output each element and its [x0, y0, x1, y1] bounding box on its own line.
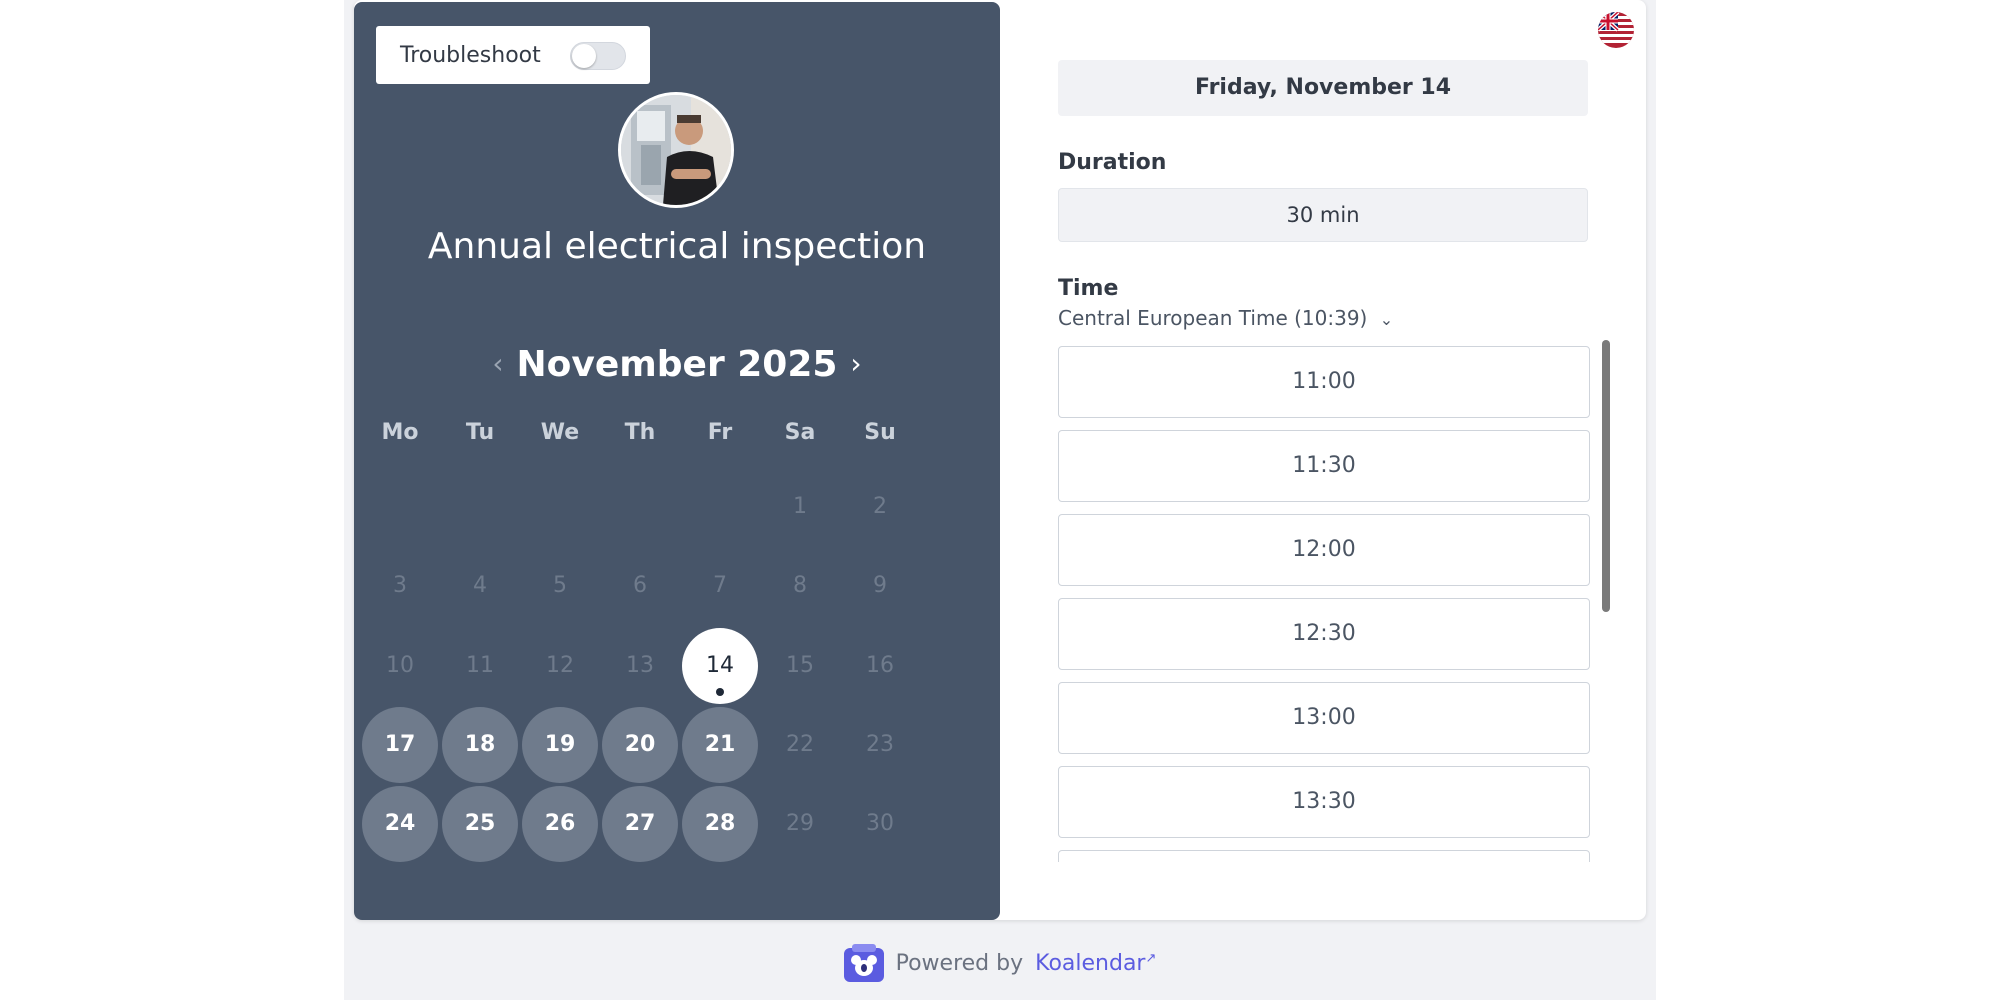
day-30: 30 — [866, 811, 894, 836]
month-navigation: ‹ November 2025 › — [354, 340, 1000, 392]
slot-scrollbar[interactable] — [1602, 340, 1610, 612]
host-avatar — [618, 92, 734, 208]
day-24[interactable]: 24 — [362, 786, 438, 862]
day-13: 13 — [626, 653, 654, 678]
koalendar-link-label: Koalendar — [1035, 950, 1146, 976]
time-slot[interactable]: 12:30 — [1058, 598, 1590, 670]
day-19[interactable]: 19 — [522, 707, 598, 783]
time-slot[interactable]: 13:00 — [1058, 682, 1590, 754]
time-slot[interactable]: 11:30 — [1058, 430, 1590, 502]
today-dot — [716, 688, 724, 696]
weekday-th: Th — [624, 420, 656, 445]
day-17[interactable]: 17 — [362, 707, 438, 783]
day-22: 22 — [786, 732, 814, 757]
day-2: 2 — [873, 494, 887, 519]
timezone-selector[interactable]: Central European Time (10:39) ⌄ — [1058, 306, 1393, 330]
day-12: 12 — [546, 653, 574, 678]
month-label: November 2025 — [516, 344, 838, 385]
weekday-mo: Mo — [381, 420, 419, 445]
day-9: 9 — [873, 573, 887, 598]
duration-selector[interactable]: 30 min — [1058, 188, 1588, 242]
time-label: Time — [1058, 276, 1119, 301]
day-11: 11 — [466, 653, 494, 678]
day-21[interactable]: 21 — [682, 707, 758, 783]
day-28[interactable]: 28 — [682, 786, 758, 862]
day-16: 16 — [866, 653, 894, 678]
troubleshoot-toggle[interactable] — [570, 42, 626, 70]
weekday-fr: Fr — [707, 420, 733, 445]
chevron-down-icon: ⌄ — [1379, 310, 1394, 329]
chevron-right-icon[interactable]: › — [838, 346, 874, 382]
selected-date-header: Friday, November 14 — [1058, 60, 1588, 116]
toggle-knob — [572, 44, 596, 68]
day-23: 23 — [866, 732, 894, 757]
day-4: 4 — [473, 573, 487, 598]
event-title: Annual electrical inspection — [427, 226, 927, 267]
koalendar-link[interactable]: Koalendar↗ — [1035, 951, 1156, 976]
weekday-su: Su — [864, 420, 896, 445]
day-29: 29 — [786, 811, 814, 836]
time-slot-list[interactable]: 11:00 11:30 12:00 12:30 13:00 13:30 — [1058, 346, 1608, 862]
day-10: 10 — [386, 653, 414, 678]
day-3: 3 — [393, 573, 407, 598]
day-8: 8 — [793, 573, 807, 598]
weekday-sa: Sa — [784, 420, 816, 445]
uk-flag-icon[interactable] — [1598, 12, 1634, 48]
external-link-icon: ↗ — [1145, 950, 1157, 966]
footer: Powered by Koalendar↗ — [344, 944, 1656, 992]
timezone-label: Central European Time (10:39) — [1058, 306, 1368, 330]
day-20[interactable]: 20 — [602, 707, 678, 783]
day-26[interactable]: 26 — [522, 786, 598, 862]
duration-label: Duration — [1058, 150, 1167, 175]
time-slot[interactable]: 12:00 — [1058, 514, 1590, 586]
time-slot[interactable]: 13:30 — [1058, 766, 1590, 838]
weekday-tu: Tu — [465, 420, 495, 445]
day-27[interactable]: 27 — [602, 786, 678, 862]
time-slot[interactable]: 11:00 — [1058, 346, 1590, 418]
day-14[interactable]: 14 — [682, 628, 758, 704]
day-15: 15 — [786, 653, 814, 678]
day-6: 6 — [633, 573, 647, 598]
time-slot[interactable] — [1058, 850, 1590, 862]
weekday-we: We — [540, 420, 580, 445]
troubleshoot-box: Troubleshoot — [376, 26, 650, 84]
day-18[interactable]: 18 — [442, 707, 518, 783]
day-1: 1 — [793, 494, 807, 519]
powered-by-text: Powered by — [895, 950, 1024, 976]
troubleshoot-label: Troubleshoot — [400, 42, 541, 68]
day-5: 5 — [553, 573, 567, 598]
koalendar-logo-icon — [843, 944, 884, 982]
day-25[interactable]: 25 — [442, 786, 518, 862]
day-7: 7 — [713, 573, 727, 598]
